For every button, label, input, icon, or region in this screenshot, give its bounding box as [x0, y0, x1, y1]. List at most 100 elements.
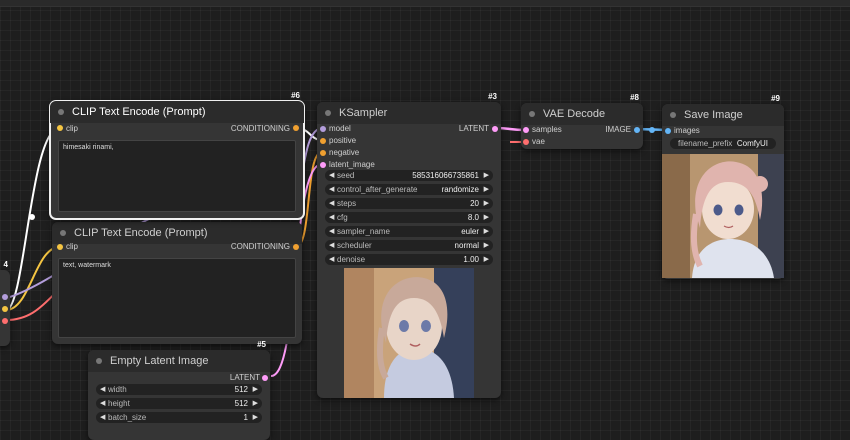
decrement-icon[interactable]: ◀: [329, 240, 334, 251]
empty-latent-image-node[interactable]: #5 Empty Latent Image LATENT ◀ width 512…: [88, 340, 270, 440]
output-conditioning-dot[interactable]: [293, 125, 299, 131]
input-images-dot[interactable]: [665, 128, 671, 134]
widget-label: control_after_generate: [337, 185, 418, 194]
node-id-label: #6: [291, 91, 300, 100]
node-title[interactable]: Save Image: [662, 104, 784, 126]
widget-value: 512: [234, 385, 248, 394]
increment-icon[interactable]: ▶: [484, 254, 489, 265]
clip-text-encode-positive-node[interactable]: #6 CLIP Text Encode (Prompt) clip CONDIT…: [49, 91, 305, 220]
input-negative-dot[interactable]: [320, 150, 326, 156]
widget-value: ComfyUI: [736, 139, 768, 148]
increment-icon[interactable]: ▶: [484, 212, 489, 223]
output-conditioning-dot[interactable]: [293, 244, 299, 250]
output-clip-dot[interactable]: [2, 306, 8, 312]
output-model-dot[interactable]: [2, 294, 8, 300]
decrement-icon[interactable]: ◀: [329, 226, 334, 237]
vae-decode-node[interactable]: #8 VAE Decode samples vae IMAGE: [521, 93, 643, 149]
collapse-dot-icon[interactable]: [670, 112, 676, 118]
node-title[interactable]: CLIP Text Encode (Prompt): [50, 101, 304, 123]
input-vae-dot[interactable]: [523, 139, 529, 145]
decrement-icon[interactable]: ◀: [100, 398, 105, 409]
prompt-textarea[interactable]: himesaki rinami,: [58, 140, 296, 212]
clip-text-encode-negative-node[interactable]: CLIP Text Encode (Prompt) clip CONDITION…: [52, 222, 302, 344]
increment-icon[interactable]: ▶: [253, 398, 258, 409]
node-title[interactable]: Empty Latent Image: [88, 350, 270, 372]
decrement-icon[interactable]: ◀: [329, 254, 334, 265]
output-latent-label: LATENT: [229, 373, 260, 382]
node-title[interactable]: CLIP Text Encode (Prompt): [52, 222, 302, 244]
increment-icon[interactable]: ▶: [253, 412, 258, 423]
top-toolbar: [0, 0, 850, 7]
batch-size-widget[interactable]: ◀ batch_size 1 ▶: [96, 412, 262, 423]
prompt-textarea[interactable]: text, watermark: [58, 258, 296, 338]
widget-value: euler: [461, 227, 479, 236]
widget-label: seed: [337, 171, 355, 180]
control-after-generate-widget[interactable]: ◀ control_after_generate randomize ▶: [325, 184, 493, 195]
collapse-dot-icon[interactable]: [58, 109, 64, 115]
input-clip-dot[interactable]: [57, 125, 63, 131]
partial-node-checkpoint[interactable]: 4: [0, 260, 10, 346]
collapse-dot-icon[interactable]: [325, 110, 331, 116]
output-image-dot[interactable]: [634, 127, 640, 133]
output-latent-dot[interactable]: [492, 126, 498, 132]
cfg-widget[interactable]: ◀ cfg 8.0 ▶: [325, 212, 493, 223]
node-id-label: #5: [257, 340, 266, 349]
ksampler-node[interactable]: #3 KSampler model positive negative late…: [317, 92, 501, 398]
output-latent-dot[interactable]: [262, 375, 268, 381]
input-vae-label: vae: [532, 137, 545, 146]
filename-prefix-widget[interactable]: filename_prefix ComfyUI: [670, 138, 776, 149]
height-widget[interactable]: ◀ height 512 ▶: [96, 398, 262, 409]
widget-value: 1.00: [463, 255, 479, 264]
decrement-icon[interactable]: ◀: [329, 212, 334, 223]
input-latent-dot[interactable]: [320, 162, 326, 168]
input-clip-label: clip: [66, 242, 79, 251]
input-model-label: model: [329, 124, 351, 133]
input-negative-label: negative: [329, 148, 360, 157]
input-positive-dot[interactable]: [320, 138, 326, 144]
steps-widget[interactable]: ◀ steps 20 ▶: [325, 198, 493, 209]
collapse-dot-icon[interactable]: [60, 230, 66, 236]
decrement-icon[interactable]: ◀: [100, 412, 105, 423]
output-vae-dot[interactable]: [2, 318, 8, 324]
input-latent-label: latent_image: [329, 160, 375, 169]
increment-icon[interactable]: ▶: [484, 226, 489, 237]
collapse-dot-icon[interactable]: [96, 358, 102, 364]
node-title[interactable]: VAE Decode: [521, 103, 643, 125]
input-samples-dot[interactable]: [523, 127, 529, 133]
decrement-icon[interactable]: ◀: [100, 384, 105, 395]
widget-value: 8.0: [467, 213, 479, 222]
node-title[interactable]: KSampler: [317, 102, 501, 124]
decrement-icon[interactable]: ◀: [329, 184, 334, 195]
widget-value: 1: [243, 413, 248, 422]
widget-label: scheduler: [337, 241, 372, 250]
save-image-node[interactable]: #9 Save Image images filename_prefix Com…: [662, 94, 784, 279]
increment-icon[interactable]: ▶: [253, 384, 258, 395]
seed-widget[interactable]: ◀ seed 585316066735861 ▶: [325, 170, 493, 181]
input-clip-dot[interactable]: [57, 244, 63, 250]
collapse-dot-icon[interactable]: [529, 111, 535, 117]
input-images-label: images: [674, 126, 700, 135]
input-model-dot[interactable]: [320, 126, 326, 132]
output-image-preview: [662, 154, 784, 278]
decrement-icon[interactable]: ◀: [329, 198, 334, 209]
scheduler-widget[interactable]: ◀ scheduler normal ▶: [325, 240, 493, 251]
node-id-label: #8: [630, 93, 639, 102]
increment-icon[interactable]: ▶: [484, 240, 489, 251]
widget-label: sampler_name: [337, 227, 390, 236]
output-image-label: IMAGE: [605, 125, 631, 134]
widget-value: 585316066735861: [412, 171, 479, 180]
width-widget[interactable]: ◀ width 512 ▶: [96, 384, 262, 395]
node-id-label: #9: [771, 94, 780, 103]
decrement-icon[interactable]: ◀: [329, 170, 334, 181]
widget-label: steps: [337, 199, 357, 208]
increment-icon[interactable]: ▶: [484, 198, 489, 209]
widget-value: normal: [454, 241, 479, 250]
widget-value: 20: [470, 199, 479, 208]
increment-icon[interactable]: ▶: [484, 170, 489, 181]
widget-label: height: [108, 399, 130, 408]
denoise-widget[interactable]: ◀ denoise 1.00 ▶: [325, 254, 493, 265]
widget-value: 512: [234, 399, 248, 408]
widget-label: denoise: [337, 255, 366, 264]
sampler-name-widget[interactable]: ◀ sampler_name euler ▶: [325, 226, 493, 237]
increment-icon[interactable]: ▶: [484, 184, 489, 195]
